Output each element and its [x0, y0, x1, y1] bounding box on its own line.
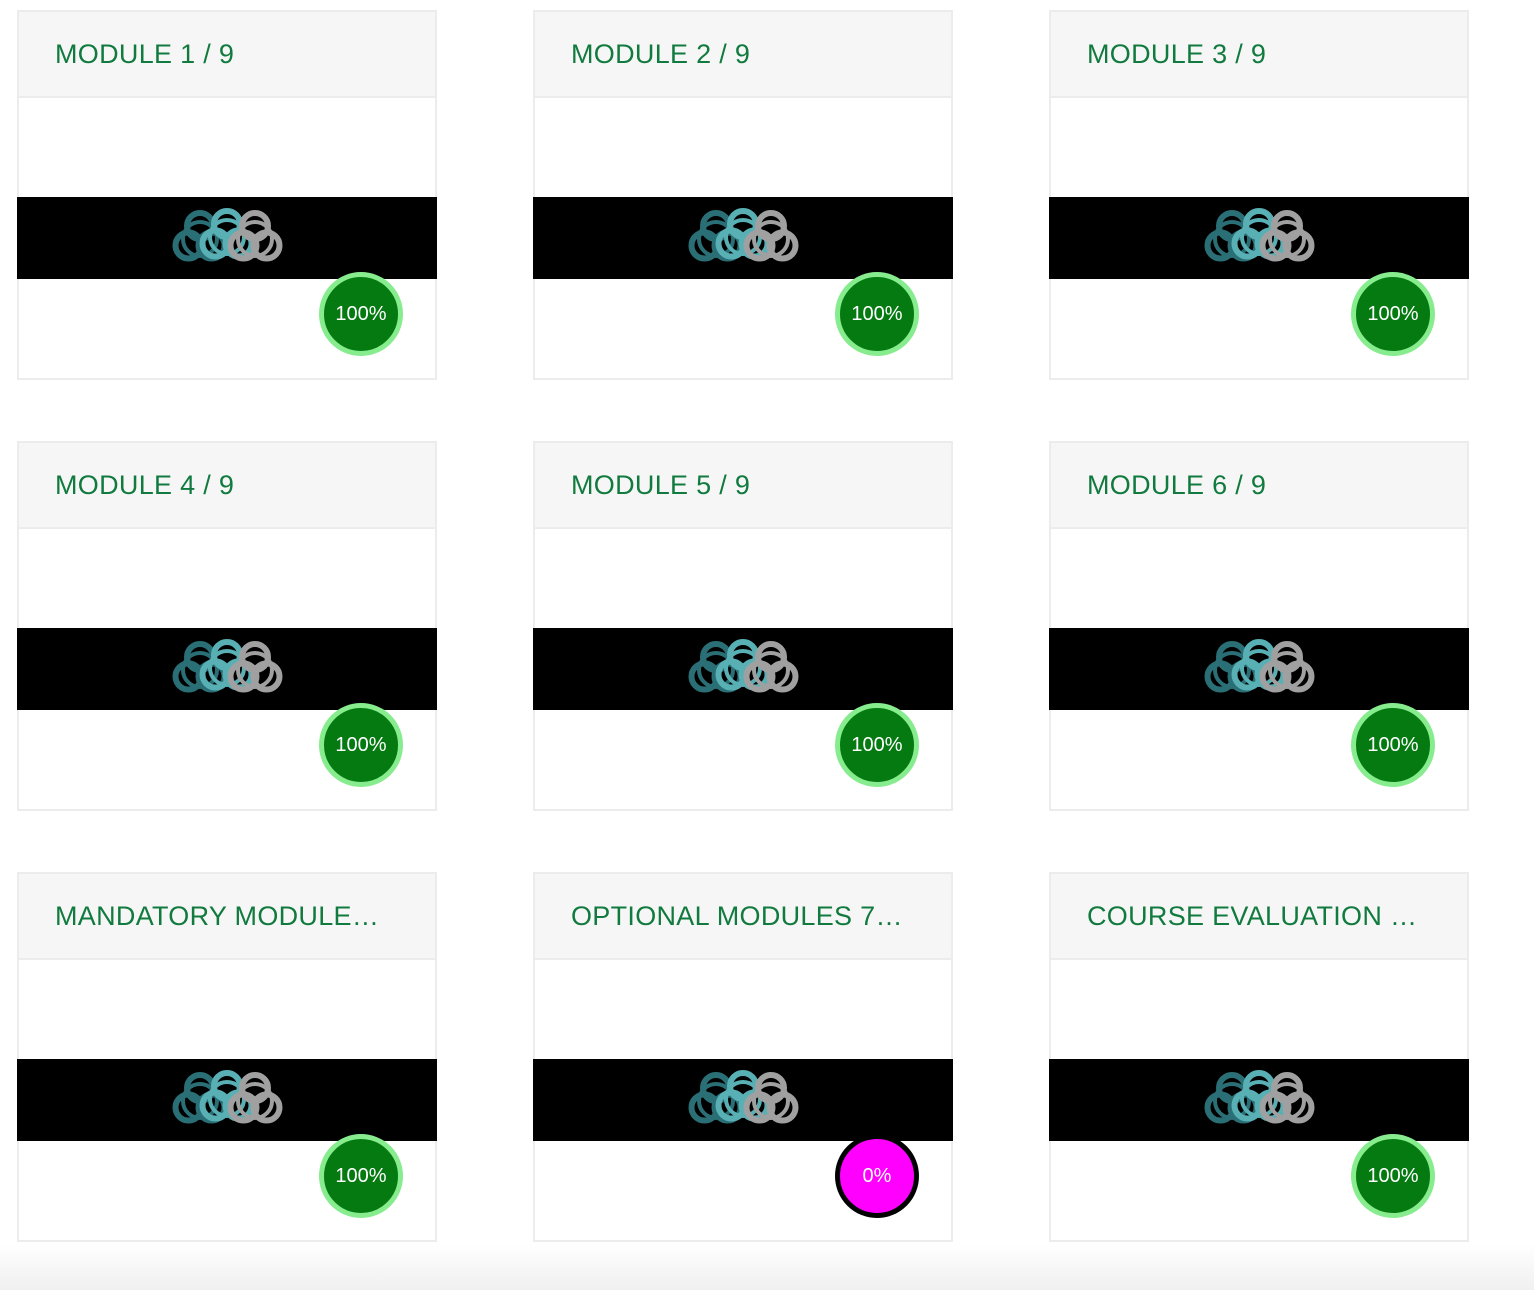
module-banner-image [17, 1059, 437, 1141]
module-card[interactable]: COURSE EVALUATION … 100% [1049, 872, 1469, 1242]
progress-badge: 100% [319, 272, 403, 356]
card-header: MODULE 1 / 9 [19, 12, 435, 98]
card-header: MODULE 5 / 9 [535, 443, 951, 529]
module-card[interactable]: MODULE 6 / 9 100% [1049, 441, 1469, 811]
biohazard-icon [681, 197, 805, 279]
biohazard-icon [1197, 1059, 1321, 1141]
card-title[interactable]: MODULE 3 / 9 [1087, 39, 1266, 70]
card-header: MODULE 6 / 9 [1051, 443, 1467, 529]
module-banner-image [533, 628, 953, 710]
biohazard-icon [681, 1059, 805, 1141]
card-header: MODULE 2 / 9 [535, 12, 951, 98]
module-card[interactable]: MODULE 5 / 9 100% [533, 441, 953, 811]
progress-badge: 100% [319, 1134, 403, 1218]
card-title[interactable]: MANDATORY MODULE… [55, 901, 379, 932]
module-banner-image [1049, 197, 1469, 279]
module-card[interactable]: MODULE 3 / 9 100% [1049, 10, 1469, 380]
card-header: OPTIONAL MODULES 7- 9 [535, 874, 951, 960]
progress-badge: 0% [835, 1134, 919, 1218]
card-title[interactable]: MODULE 2 / 9 [571, 39, 750, 70]
progress-badge: 100% [1351, 703, 1435, 787]
biohazard-icon [1197, 628, 1321, 710]
progress-badge: 100% [319, 703, 403, 787]
module-banner-image [1049, 628, 1469, 710]
bottom-fade [0, 1244, 1534, 1290]
card-title[interactable]: MODULE 1 / 9 [55, 39, 234, 70]
progress-badge: 100% [1351, 1134, 1435, 1218]
card-title[interactable]: MODULE 6 / 9 [1087, 470, 1266, 501]
module-banner-image [17, 628, 437, 710]
card-header: MANDATORY MODULE… [19, 874, 435, 960]
module-banner-image [1049, 1059, 1469, 1141]
progress-badge: 100% [835, 272, 919, 356]
course-module-grid: MODULE 1 / 9 100% MODULE 2 / 9 100% MODU… [17, 10, 1469, 1242]
card-title[interactable]: COURSE EVALUATION … [1087, 901, 1417, 932]
card-title[interactable]: MODULE 4 / 9 [55, 470, 234, 501]
module-card[interactable]: MANDATORY MODULE… 100% [17, 872, 437, 1242]
card-title[interactable]: MODULE 5 / 9 [571, 470, 750, 501]
biohazard-icon [681, 628, 805, 710]
biohazard-icon [165, 628, 289, 710]
card-header: COURSE EVALUATION … [1051, 874, 1467, 960]
card-title[interactable]: OPTIONAL MODULES 7- 9 [571, 901, 903, 932]
biohazard-icon [165, 1059, 289, 1141]
module-card[interactable]: MODULE 2 / 9 100% [533, 10, 953, 380]
progress-badge: 100% [1351, 272, 1435, 356]
module-banner-image [533, 1059, 953, 1141]
module-banner-image [533, 197, 953, 279]
progress-badge: 100% [835, 703, 919, 787]
card-header: MODULE 4 / 9 [19, 443, 435, 529]
module-card[interactable]: MODULE 4 / 9 100% [17, 441, 437, 811]
biohazard-icon [165, 197, 289, 279]
card-header: MODULE 3 / 9 [1051, 12, 1467, 98]
biohazard-icon [1197, 197, 1321, 279]
module-banner-image [17, 197, 437, 279]
module-card[interactable]: OPTIONAL MODULES 7- 9 0% [533, 872, 953, 1242]
module-card[interactable]: MODULE 1 / 9 100% [17, 10, 437, 380]
